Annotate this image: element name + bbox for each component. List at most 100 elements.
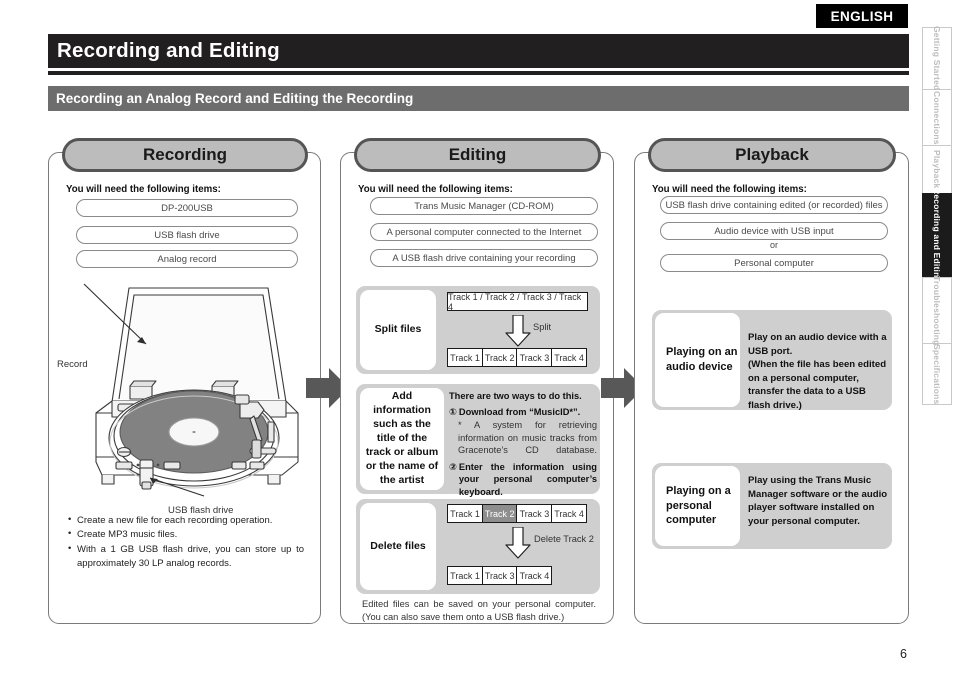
sidebar-item-label: Troubleshooting <box>932 275 942 346</box>
add-information-body: There are two ways to do this. ① Downloa… <box>449 390 597 498</box>
record-callout-label: Record <box>57 359 88 370</box>
playback-item-0: USB flash drive containing edited (or re… <box>660 196 888 214</box>
sidebar-item-troubleshooting[interactable]: Troubleshooting <box>922 275 952 346</box>
step-text: Enter the information using your persona… <box>458 461 597 497</box>
list-item: Create MP3 music files. <box>68 527 304 542</box>
recording-heading-pill: Recording <box>62 138 308 172</box>
playback-card-audio-device-body: Play on an audio device with a USB port.… <box>748 332 887 412</box>
split-down-arrow-icon <box>505 315 531 347</box>
page-title-bar: Recording and Editing <box>48 34 909 68</box>
track-box: Track 3 <box>481 566 518 585</box>
sidebar-item-label: Playback <box>932 150 942 189</box>
playback-need-label: You will need the following items: <box>652 184 807 195</box>
track-box: Track 3 <box>516 348 553 367</box>
item-label: A personal computer connected to the Int… <box>386 226 582 238</box>
split-operation-label: Split <box>533 322 552 332</box>
item-label: USB flash drive containing edited (or re… <box>665 199 883 211</box>
playback-card-personal-computer-body: Play using the Trans Music Manager softw… <box>748 475 888 527</box>
item-label: Analog record <box>157 253 217 265</box>
playback-or-label: or <box>769 240 778 250</box>
editing-item-0: Trans Music Manager (CD-ROM) <box>370 197 598 215</box>
track-box: Track 4 <box>551 504 588 523</box>
delete-before-row: Track 1 Track 2 Track 3 Track 4 <box>447 504 588 523</box>
item-label: Trans Music Manager (CD-ROM) <box>414 200 554 212</box>
sidebar-item-label: Connections <box>932 90 942 145</box>
language-badge: ENGLISH <box>816 4 908 28</box>
language-badge-label: ENGLISH <box>830 8 894 24</box>
item-label: Personal computer <box>734 257 814 269</box>
item-label: DP-200USB <box>161 202 213 214</box>
add-info-step-1: ① Download from “MusicID*”. <box>449 406 597 419</box>
step-marker: ② <box>449 461 457 472</box>
add-information-title-card: Add information such as the title of the… <box>360 388 444 490</box>
add-info-footnote: * A system for retrieving information on… <box>449 419 597 457</box>
recording-heading: Recording <box>142 145 228 164</box>
sidebar-item-connections[interactable]: Connections <box>922 89 952 145</box>
split-files-title: Split files <box>374 323 422 336</box>
delete-down-arrow-icon <box>505 527 531 559</box>
editing-item-1: A personal computer connected to the Int… <box>370 223 598 241</box>
add-info-step-2: ② Enter the information using your perso… <box>449 461 597 499</box>
step-text: Download from “MusicID*”. <box>458 406 581 417</box>
page-number: 6 <box>900 647 907 661</box>
recording-item-0: DP-200USB <box>76 199 298 217</box>
playback-card-audio-device-title-card: Playing on an audio device <box>655 313 740 407</box>
section-subtitle: Recording an Analog Record and Editing t… <box>56 91 414 106</box>
sidebar-item-specifications[interactable]: Specifications <box>922 343 952 405</box>
delete-files-title-card: Delete files <box>360 503 436 590</box>
page-title: Recording and Editing <box>57 39 280 62</box>
item-label: A USB flash drive containing your record… <box>392 252 576 264</box>
split-before-row: Track 1 / Track 2 / Track 3 / Track 4 <box>447 292 588 312</box>
editing-item-2: A USB flash drive containing your record… <box>370 249 598 267</box>
sidebar-item-playback[interactable]: Playback <box>922 145 952 193</box>
editing-heading-pill: Editing <box>354 138 601 172</box>
track-box: Track 4 <box>551 348 588 367</box>
add-information-title: Add information such as the title of the… <box>365 390 439 486</box>
sidebar-item-label: Specifications <box>932 343 942 405</box>
recording-item-2: Analog record <box>76 250 298 268</box>
list-item: With a 1 GB USB flash drive, you can sto… <box>68 542 304 572</box>
step-marker: ① <box>449 406 457 417</box>
sidebar-item-label: Recording and Editing <box>932 188 942 283</box>
track-box: Track 2 <box>481 348 518 367</box>
playback-item-2: Personal computer <box>660 254 888 272</box>
playback-heading: Playback <box>735 145 809 164</box>
track-box: Track 1 / Track 2 / Track 3 / Track 4 <box>447 292 588 312</box>
title-rule <box>48 71 909 75</box>
recording-bullets: Create a new file for each recording ope… <box>68 513 304 572</box>
sidebar-item-label: Getting Started <box>932 26 942 91</box>
delete-files-title: Delete files <box>370 539 426 552</box>
playback-card-personal-computer-title-card: Playing on a personal computer <box>655 466 740 546</box>
sidebar-item-recording-and-editing[interactable]: Recording and Editing <box>922 188 952 283</box>
turntable-illustration <box>83 283 299 497</box>
editing-need-label: You will need the following items: <box>358 184 513 195</box>
split-after-row: Track 1 Track 2 Track 3 Track 4 <box>447 348 588 367</box>
track-box: Track 1 <box>447 348 483 367</box>
track-box-selected: Track 2 <box>481 504 518 523</box>
list-item: Create a new file for each recording ope… <box>68 513 304 528</box>
chapter-tabs: Getting Started Connections Playback Rec… <box>922 26 952 405</box>
delete-operation-label: Delete Track 2 <box>534 534 594 544</box>
manual-page: ENGLISH Recording and Editing Recording … <box>0 0 954 675</box>
track-box: Track 4 <box>516 566 553 585</box>
sidebar-item-getting-started[interactable]: Getting Started <box>922 26 952 91</box>
recording-item-1: USB flash drive <box>76 226 298 244</box>
track-box: Track 1 <box>447 504 483 523</box>
playback-card-title: Playing on a personal computer <box>666 484 731 527</box>
editing-heading: Editing <box>448 145 507 164</box>
item-label: Audio device with USB input <box>714 225 834 237</box>
editing-note: Edited files can be saved on your person… <box>362 599 596 623</box>
track-box: Track 3 <box>516 504 553 523</box>
split-files-title-card: Split files <box>360 290 436 370</box>
add-info-intro: There are two ways to do this. <box>449 391 582 401</box>
delete-after-row: Track 1 Track 3 Track 4 <box>447 566 553 585</box>
recording-need-label: You will need the following items: <box>66 184 221 195</box>
footnote-text: A system for retrieving information on m… <box>458 420 597 456</box>
item-label: USB flash drive <box>154 229 220 241</box>
playback-card-title: Playing on an audio device <box>666 346 738 373</box>
footnote-marker: * <box>458 420 462 431</box>
playback-heading-pill: Playback <box>648 138 896 172</box>
section-subtitle-bar: Recording an Analog Record and Editing t… <box>48 86 909 111</box>
track-box: Track 1 <box>447 566 483 585</box>
playback-item-1: Audio device with USB input <box>660 222 888 240</box>
